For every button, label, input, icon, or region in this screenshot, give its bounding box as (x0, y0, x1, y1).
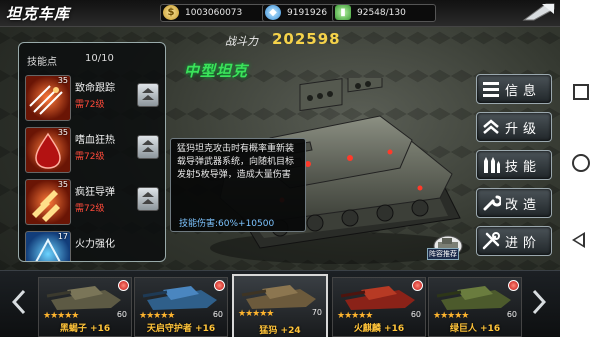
skill-name: 嗜血狂热 (75, 135, 115, 146)
skill-requirement: 需72级 (75, 204, 105, 214)
advance-button[interactable]: 进阶 (476, 226, 552, 256)
skill-upgrade-button[interactable] (137, 187, 159, 211)
bloodthirst-skill-icon: 35 (25, 127, 71, 173)
tank-thumbnail (46, 286, 121, 310)
gold-value: 1003060073 (185, 8, 243, 18)
tank-thumbnail (241, 285, 316, 309)
skill-item-deadly-tracking[interactable]: 35 致命跟踪 需72级 (23, 75, 163, 123)
skill-panel: 技能点 10/10 35 致命跟踪 需72级 35 嗜血狂热 需72级 35 疯… (18, 42, 166, 262)
fuel-icon: ▮ (335, 5, 351, 20)
missiles-icon (484, 157, 500, 173)
info-button[interactable]: 信息 (476, 74, 552, 104)
missile-skill-icon: 35 (25, 75, 71, 121)
garage-screen: 坦克车库 $ 1003060073 ◆ 9191926 ▮ 92548/130 … (0, 0, 600, 337)
skill-upgrade-button[interactable] (137, 135, 159, 159)
tank-level: 60 (506, 310, 517, 319)
skill-upgrade-button[interactable] (137, 83, 159, 107)
notification-dot (214, 280, 225, 291)
tooltip-damage: 技能伤害:60%+10500 (179, 219, 275, 229)
skill-requirement: 需72级 (75, 152, 105, 162)
tank-thumbnail (340, 286, 415, 310)
info-button-label: 信息 (505, 84, 542, 99)
tools-icon (482, 232, 500, 250)
skill-level: 35 (57, 128, 68, 137)
roster-card-selected[interactable]: ★★★★★ 70 猛犸 +24 (232, 274, 328, 337)
tank-level: 60 (212, 310, 223, 319)
skill-level: 35 (57, 180, 68, 189)
roster-card[interactable]: ★★★★★ 60 黑蝎子 +16 (38, 277, 132, 337)
tank-name: 猛犸 +24 (259, 326, 301, 336)
home-icon[interactable] (572, 154, 590, 172)
advance-button-label: 进阶 (505, 236, 542, 251)
page-title: 坦克车库 (6, 5, 71, 23)
star-rating: ★★★★★ (337, 311, 373, 321)
tooltip-description: 猛犸坦克攻击时有概率重新装载导弹武器系统，向随机目标发射5枚导弹，造成大量伤害 (177, 144, 295, 180)
diamond-icon: ◆ (265, 5, 281, 20)
fuel-counter[interactable]: ▮ 92548/130 (332, 4, 436, 22)
chevron-left-icon[interactable] (12, 289, 26, 315)
skill-requirement: 需72级 (75, 100, 105, 110)
skills-button[interactable]: 技能 (476, 150, 552, 180)
skill-tooltip: 猛犸坦克攻击时有概率重新装载导弹武器系统，向随机目标发射5枚导弹，造成大量伤害 … (170, 138, 306, 232)
fuel-value: 92548/130 (357, 8, 406, 18)
back-button[interactable] (522, 2, 556, 22)
skill-item-bloodthirst[interactable]: 35 嗜血狂热 需72级 (23, 127, 163, 175)
skills-button-label: 技能 (505, 160, 542, 175)
power-label: 战斗力 (225, 35, 258, 48)
modify-button[interactable]: 改造 (476, 188, 552, 218)
tank-name: 天启守护者 +16 (146, 324, 216, 334)
star-rating: ★★★★★ (139, 311, 175, 321)
skill-name: 疯狂导弹 (75, 187, 115, 198)
skill-item-crazy-missile[interactable]: 35 疯狂导弹 需72级 (23, 179, 163, 227)
star-rating: ★★★★★ (238, 309, 274, 319)
wrench-icon (483, 195, 501, 211)
chevron-right-icon[interactable] (532, 289, 546, 315)
recent-apps-icon[interactable] (573, 84, 589, 100)
skill-level: 17 (57, 232, 68, 241)
back-icon[interactable] (572, 232, 585, 248)
roster-card[interactable]: ★★★★★ 60 绿巨人 +16 (428, 277, 522, 337)
tank-roster: ★★★★★ 60 黑蝎子 +16 ★★★★★ 60 天启守护者 +16 ★★★★… (0, 270, 560, 337)
star-rating: ★★★★★ (43, 311, 79, 321)
notification-dot (508, 280, 519, 291)
skill-name: 致命跟踪 (75, 83, 115, 94)
tank-thumbnail (142, 286, 217, 310)
upgrade-chevron-icon (483, 119, 499, 134)
firepower-skill-icon: 17 (25, 231, 71, 261)
coin-icon: $ (163, 5, 179, 20)
power-divider (195, 50, 355, 52)
skill-name: 火力强化 (75, 239, 115, 250)
tank-level: 70 (311, 308, 322, 317)
missile-barrage-skill-icon: 35 (25, 179, 71, 225)
tank-name: 火麒麟 +16 (353, 324, 405, 334)
upgrade-button-label: 升级 (505, 122, 542, 137)
tank-name: 绿巨人 +16 (449, 324, 501, 334)
upgrade-button[interactable]: 升级 (476, 112, 552, 142)
formation-recommend-label: 阵容推荐 (427, 248, 459, 260)
top-bar: 坦克车库 $ 1003060073 ◆ 9191926 ▮ 92548/130 (0, 0, 560, 27)
tank-level: 60 (410, 310, 421, 319)
list-icon (483, 82, 499, 97)
power-value: 202598 (272, 30, 341, 48)
skill-level: 35 (57, 76, 68, 85)
notification-dot (118, 280, 129, 291)
diamond-value: 9191926 (287, 8, 328, 18)
star-rating: ★★★★★ (433, 311, 469, 321)
notification-dot (412, 280, 423, 291)
tank-level: 60 (116, 310, 127, 319)
system-navigation-bar (560, 0, 600, 337)
skill-points-label: 技能点 (27, 57, 57, 68)
back-arrow-icon (522, 3, 555, 21)
tank-thumbnail (436, 286, 511, 310)
roster-card[interactable]: ★★★★★ 60 天启守护者 +16 (134, 277, 228, 337)
modify-button-label: 改造 (505, 198, 542, 213)
tank-name: 黑蝎子 +16 (59, 324, 111, 334)
skill-points-value: 10/10 (85, 53, 114, 64)
roster-card[interactable]: ★★★★★ 60 火麒麟 +16 (332, 277, 426, 337)
skill-item-firepower-boost[interactable]: 17 火力强化 (23, 231, 163, 261)
